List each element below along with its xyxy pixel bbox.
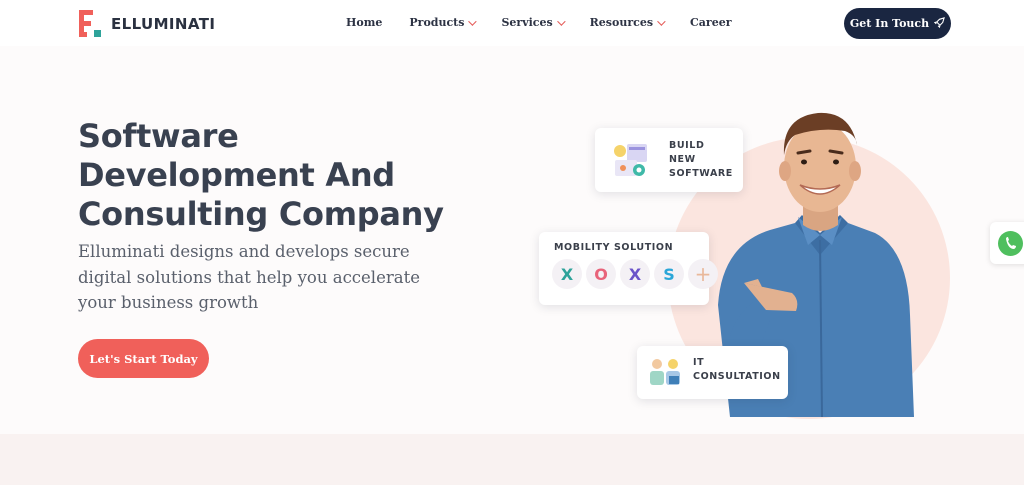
- mobility-solution-card: MOBILITY SOLUTION X O X S +: [539, 232, 718, 305]
- hero-title-line: Development And: [78, 156, 395, 194]
- swift-icon: S: [654, 259, 684, 289]
- hero-title-line: Software: [78, 117, 239, 155]
- nav-item-career[interactable]: Career: [690, 16, 731, 29]
- nav-item-services[interactable]: Services: [501, 16, 566, 29]
- hero-subtitle: Elluminati designs and develops secure d…: [78, 239, 438, 316]
- next-section-band: [0, 434, 1024, 485]
- hero-title-line: Consulting Company: [78, 195, 444, 233]
- build-new-software-card: BUILD NEW SOFTWARE: [595, 128, 743, 192]
- build-card-line: SOFTWARE: [669, 168, 733, 179]
- whatsapp-icon: [998, 230, 1023, 256]
- hero-subtitle-line: Elluminati designs and develops secure: [78, 242, 410, 261]
- nav-item-home[interactable]: Home: [346, 16, 382, 29]
- nav-item-label: Resources: [589, 16, 654, 29]
- nav-item-label: Services: [501, 16, 553, 29]
- build-card-label: BUILD NEW SOFTWARE: [669, 139, 733, 181]
- hero-title: Software Development And Consulting Comp…: [78, 117, 478, 234]
- nav-item-resources[interactable]: Resources: [589, 16, 666, 29]
- main-nav: Home Products Services Resources Career: [346, 16, 759, 29]
- it-card-line: CONSULTATION: [693, 371, 781, 382]
- mobility-card-label: MOBILITY SOLUTION: [554, 242, 674, 253]
- get-in-touch-button[interactable]: Get In Touch: [844, 8, 951, 39]
- hero-subtitle-line: digital solutions that help you accelera…: [78, 267, 420, 287]
- nav-item-label: Products: [409, 16, 465, 29]
- build-card-line: NEW: [669, 154, 696, 165]
- xcode-icon: X: [620, 259, 650, 289]
- it-consultation-card: IT CONSULTATION: [637, 346, 788, 399]
- lets-start-today-button[interactable]: Let's Start Today: [78, 339, 209, 378]
- build-card-line: BUILD: [669, 140, 705, 151]
- site-header: ELLUMINATI Home Products Services Resources…: [0, 0, 1024, 46]
- chevron-down-icon: [468, 16, 478, 26]
- it-card-label: IT CONSULTATION: [693, 356, 781, 384]
- hero-subtitle-line: your business growth: [78, 293, 259, 312]
- nav-item-label: Career: [690, 16, 732, 29]
- ionic-icon: O: [586, 259, 616, 289]
- nav-item-products[interactable]: Products: [409, 16, 478, 29]
- logo-text: ELLUMINATI: [111, 14, 216, 33]
- xamarin-icon: X: [552, 259, 582, 289]
- consultation-icon: [650, 359, 680, 385]
- chevron-down-icon: [556, 16, 566, 26]
- get-in-touch-label: Get In Touch: [849, 17, 930, 30]
- chevron-down-icon: [657, 16, 666, 26]
- logo[interactable]: ELLUMINATI: [79, 10, 215, 37]
- whatsapp-button[interactable]: [990, 222, 1024, 264]
- software-build-icon: [614, 144, 647, 176]
- rocket-icon: [933, 16, 946, 31]
- technology-icons: X O X S +: [552, 259, 722, 289]
- plus-icon: +: [688, 259, 718, 289]
- it-card-line: IT: [693, 357, 705, 368]
- logo-mark-icon: [79, 10, 105, 37]
- nav-item-label: Home: [346, 16, 383, 29]
